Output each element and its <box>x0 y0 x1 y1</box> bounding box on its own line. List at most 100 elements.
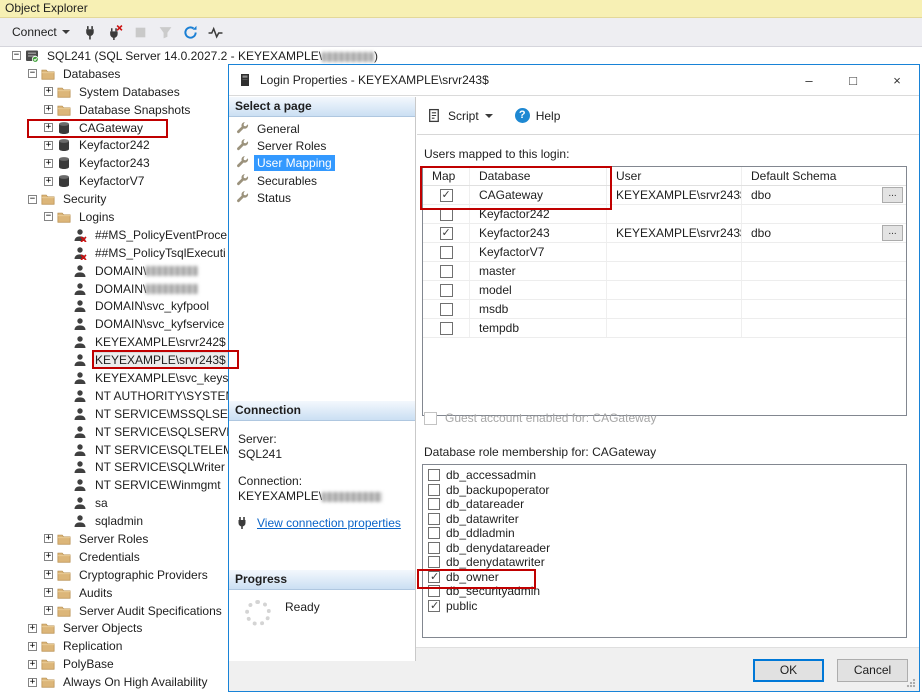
tree-expander-icon[interactable]: + <box>44 588 53 597</box>
guest-account-checkbox <box>424 412 437 425</box>
disconnect-plug-icon[interactable] <box>105 21 127 43</box>
tree-expander-icon[interactable]: + <box>44 606 53 615</box>
cancel-button[interactable]: Cancel <box>837 659 908 682</box>
map-checkbox[interactable] <box>440 284 453 297</box>
role-checkbox[interactable] <box>428 571 440 583</box>
browse-schema-button[interactable]: ... <box>882 225 903 241</box>
stop-icon[interactable] <box>130 21 152 43</box>
table-row[interactable]: CAGatewayKEYEXAMPLE\srvr243$dbo... <box>423 186 906 205</box>
role-item-db_owner[interactable]: db_owner <box>423 570 906 585</box>
folder-icon <box>41 621 56 635</box>
tree-expander-icon[interactable]: − <box>28 195 37 204</box>
browse-schema-button[interactable]: ... <box>882 187 903 203</box>
role-item-db_ddladmin[interactable]: db_ddladmin <box>423 526 906 541</box>
tree-expander-icon[interactable]: − <box>28 69 37 78</box>
map-cell <box>423 224 470 242</box>
role-item-public[interactable]: public <box>423 599 906 614</box>
role-checkbox[interactable] <box>428 585 440 597</box>
map-checkbox[interactable] <box>440 208 453 221</box>
role-checkbox[interactable] <box>428 556 440 568</box>
role-item-db_datareader[interactable]: db_datareader <box>423 497 906 512</box>
tree-expander-icon[interactable]: + <box>44 87 53 96</box>
table-row[interactable]: msdb <box>423 300 906 319</box>
folder-icon <box>57 550 72 564</box>
ok-button[interactable]: OK <box>753 659 824 682</box>
tree-expander-icon[interactable]: + <box>28 678 37 687</box>
role-label: db_accessadmin <box>446 468 536 482</box>
page-item-securables[interactable]: Securables <box>229 172 415 189</box>
database-cell: msdb <box>470 300 607 318</box>
page-item-status[interactable]: Status <box>229 190 415 207</box>
role-item-db_denydatareader[interactable]: db_denydatareader <box>423 541 906 556</box>
close-button[interactable]: × <box>875 65 919 95</box>
script-dropdown-icon[interactable] <box>485 114 493 118</box>
server-value: SQL241 <box>229 447 415 462</box>
tree-expander-icon[interactable]: + <box>44 177 53 186</box>
wrench-icon <box>236 173 249 189</box>
tree-expander-icon[interactable]: − <box>12 51 21 60</box>
map-checkbox[interactable] <box>440 265 453 278</box>
help-button[interactable]: Help <box>536 109 561 123</box>
tree-expander-icon[interactable]: + <box>44 159 53 168</box>
tree-item-label: DOMAIN\ <box>92 281 201 297</box>
tree-expander-icon[interactable]: + <box>44 534 53 543</box>
connect-button[interactable]: Connect <box>6 22 76 42</box>
tree-expander-icon[interactable]: + <box>44 141 53 150</box>
dialog-titlebar[interactable]: Login Properties - KEYEXAMPLE\srvr243$ –… <box>229 65 919 96</box>
role-item-db_backupoperator[interactable]: db_backupoperator <box>423 483 906 498</box>
tree-item-label: sqladmin <box>92 513 146 529</box>
script-button[interactable]: Script <box>448 109 479 123</box>
map-checkbox[interactable] <box>440 322 453 335</box>
filter-icon[interactable] <box>155 21 177 43</box>
connect-plug-icon[interactable] <box>80 21 102 43</box>
tree-expander-icon[interactable]: + <box>44 123 53 132</box>
role-checkbox[interactable] <box>428 513 440 525</box>
table-row[interactable]: tempdb <box>423 319 906 338</box>
tree-expander-icon[interactable]: + <box>28 642 37 651</box>
map-checkbox[interactable] <box>440 246 453 259</box>
resize-grip[interactable] <box>906 678 916 688</box>
tree-item-label: NT AUTHORITY\SYSTEM <box>92 388 238 404</box>
role-item-db_securityadmin[interactable]: db_securityadmin <box>423 584 906 599</box>
maximize-button[interactable]: □ <box>831 65 875 95</box>
role-checkbox[interactable] <box>428 498 440 510</box>
table-row[interactable]: master <box>423 262 906 281</box>
role-checkbox[interactable] <box>428 484 440 496</box>
tree-item-label: Security <box>60 191 109 207</box>
role-checkbox[interactable] <box>428 527 440 539</box>
role-item-db_datawriter[interactable]: db_datawriter <box>423 512 906 527</box>
redacted-username <box>322 492 382 502</box>
role-item-db_accessadmin[interactable]: db_accessadmin <box>423 468 906 483</box>
minimize-button[interactable]: – <box>787 65 831 95</box>
tree-item-label: Always On High Availability <box>60 674 211 690</box>
tree-expander-icon[interactable]: + <box>44 552 53 561</box>
map-checkbox[interactable] <box>440 227 453 240</box>
role-item-db_denydatawriter[interactable]: db_denydatawriter <box>423 555 906 570</box>
view-connection-properties-link[interactable]: View connection properties <box>257 516 401 530</box>
map-checkbox[interactable] <box>440 189 453 202</box>
page-item-server-roles[interactable]: Server Roles <box>229 137 415 154</box>
table-row[interactable]: Keyfactor243KEYEXAMPLE\srvr243$dbo... <box>423 224 906 243</box>
tree-expander-icon[interactable]: + <box>28 624 37 633</box>
user-mapping-table: MapDatabaseUserDefault SchemaCAGatewayKE… <box>422 166 907 416</box>
tree-item[interactable]: −SQL241 (SQL Server 14.0.2027.2 - KEYEXA… <box>0 47 922 65</box>
table-row[interactable]: model <box>423 281 906 300</box>
map-checkbox[interactable] <box>440 303 453 316</box>
tree-item-label: Server Audit Specifications <box>76 603 225 619</box>
role-checkbox[interactable] <box>428 542 440 554</box>
activity-monitor-icon[interactable] <box>205 21 227 43</box>
tree-expander-icon[interactable]: − <box>44 212 53 221</box>
page-item-general[interactable]: General <box>229 120 415 137</box>
page-item-user-mapping[interactable]: User Mapping <box>229 155 415 172</box>
page-item-label: User Mapping <box>254 155 335 171</box>
role-checkbox[interactable] <box>428 469 440 481</box>
table-row[interactable]: Keyfactor242 <box>423 205 906 224</box>
role-checkbox[interactable] <box>428 600 440 612</box>
tree-expander-icon[interactable]: + <box>44 105 53 114</box>
user-cell <box>607 262 742 280</box>
table-row[interactable]: KeyfactorV7 <box>423 243 906 262</box>
tree-expander-icon[interactable]: + <box>44 570 53 579</box>
refresh-icon[interactable] <box>180 21 202 43</box>
map-cell <box>423 281 470 299</box>
tree-expander-icon[interactable]: + <box>28 660 37 669</box>
